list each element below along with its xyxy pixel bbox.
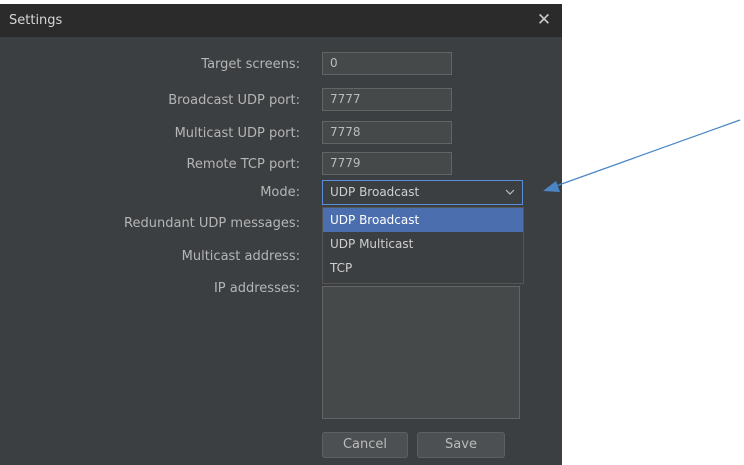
mode-dropdown-list: UDP Broadcast UDP Multicast TCP bbox=[322, 207, 524, 284]
mode-label: Mode: bbox=[260, 185, 300, 200]
ip-addresses-label: IP addresses: bbox=[213, 281, 300, 296]
target-screens-input[interactable]: 0 bbox=[322, 52, 452, 75]
multicast-address-label: Multicast address: bbox=[181, 249, 300, 264]
target-screens-label: Target screens: bbox=[201, 57, 300, 72]
mode-option-udp-multicast[interactable]: UDP Multicast bbox=[323, 232, 523, 256]
chevron-down-icon[interactable] bbox=[505, 188, 515, 196]
close-icon[interactable]: ✕ bbox=[534, 10, 554, 30]
remote-tcp-port-input[interactable]: 7779 bbox=[322, 152, 452, 175]
mode-select[interactable]: UDP Broadcast bbox=[322, 180, 523, 205]
mode-option-udp-broadcast[interactable]: UDP Broadcast bbox=[323, 208, 523, 232]
save-button[interactable]: Save bbox=[417, 432, 505, 458]
settings-dialog: Settings ✕ Target screens: 0 Broadcast U… bbox=[0, 4, 562, 465]
multicast-udp-port-label: Multicast UDP port: bbox=[174, 126, 300, 141]
mode-option-tcp[interactable]: TCP bbox=[323, 256, 523, 280]
title-bar: Settings ✕ bbox=[0, 4, 562, 37]
broadcast-udp-port-input[interactable]: 7777 bbox=[322, 88, 452, 111]
ip-addresses-textarea[interactable] bbox=[322, 286, 520, 419]
dialog-title: Settings bbox=[9, 13, 63, 28]
cancel-button[interactable]: Cancel bbox=[322, 432, 408, 458]
broadcast-udp-port-label: Broadcast UDP port: bbox=[168, 93, 300, 108]
multicast-udp-port-input[interactable]: 7778 bbox=[322, 121, 452, 144]
mode-select-value: UDP Broadcast bbox=[330, 185, 420, 199]
redundant-udp-messages-label: Redundant UDP messages: bbox=[124, 216, 300, 231]
remote-tcp-port-label: Remote TCP port: bbox=[186, 157, 300, 172]
